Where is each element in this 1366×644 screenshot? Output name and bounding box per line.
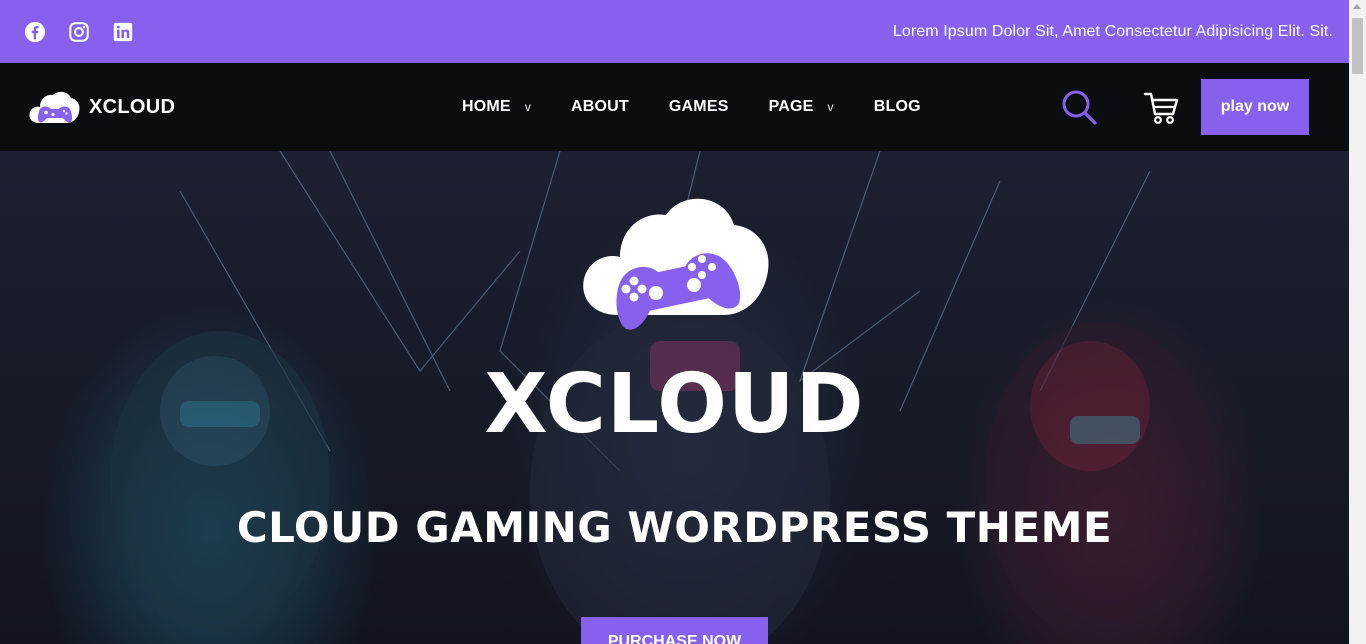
- hero-subtitle: CLOUD GAMING WORDPRESS THEME: [236, 503, 1113, 552]
- instagram-icon[interactable]: [68, 21, 90, 43]
- top-bar: Lorem Ipsum Dolor Sit, Amet Consectetur …: [0, 0, 1349, 63]
- facebook-icon[interactable]: [24, 21, 46, 43]
- nav-item-blog[interactable]: BLOG: [874, 98, 921, 116]
- hero-title: XCLOUD: [484, 357, 865, 452]
- nav-item-label: PAGE: [768, 98, 814, 115]
- main-navbar: XCLOUD HOME v ABOUT GAMES PAGE v BLOG pl…: [0, 63, 1349, 151]
- main-menu: HOME v ABOUT GAMES PAGE v BLOG: [462, 63, 961, 151]
- play-now-button[interactable]: play now: [1201, 79, 1309, 135]
- scroll-up-arrow-icon[interactable]: [1353, 4, 1361, 9]
- nav-item-home[interactable]: HOME v: [462, 98, 531, 116]
- nav-item-label: HOME: [462, 98, 511, 115]
- cart-icon[interactable]: [1143, 90, 1179, 126]
- hero-banner: XCLOUD CLOUD GAMING WORDPRESS THEME PURC…: [0, 151, 1349, 644]
- linkedin-icon[interactable]: [112, 21, 134, 43]
- chevron-down-icon: v: [524, 100, 532, 114]
- brand-logo[interactable]: XCLOUD: [27, 87, 175, 127]
- cloud-gamepad-logo-icon: [29, 91, 80, 123]
- nav-item-about[interactable]: ABOUT: [571, 98, 629, 116]
- brand-name: XCLOUD: [89, 95, 176, 118]
- nav-item-label: GAMES: [668, 98, 729, 115]
- top-bar-tagline: Lorem Ipsum Dolor Sit, Amet Consectetur …: [892, 22, 1333, 40]
- nav-item-label: ABOUT: [571, 98, 629, 115]
- search-icon[interactable]: [1060, 88, 1098, 126]
- nav-item-label: BLOG: [873, 98, 921, 115]
- nav-item-page[interactable]: PAGE v: [769, 98, 834, 116]
- page-scrollbar[interactable]: [1349, 0, 1366, 644]
- nav-item-games[interactable]: GAMES: [669, 98, 729, 116]
- chevron-down-icon: v: [827, 100, 834, 114]
- social-links: [24, 21, 134, 43]
- scrollbar-thumb[interactable]: [1352, 18, 1363, 74]
- purchase-now-button[interactable]: PURCHASE NOW: [581, 617, 768, 644]
- hero-cloud-gamepad-icon: [583, 198, 769, 330]
